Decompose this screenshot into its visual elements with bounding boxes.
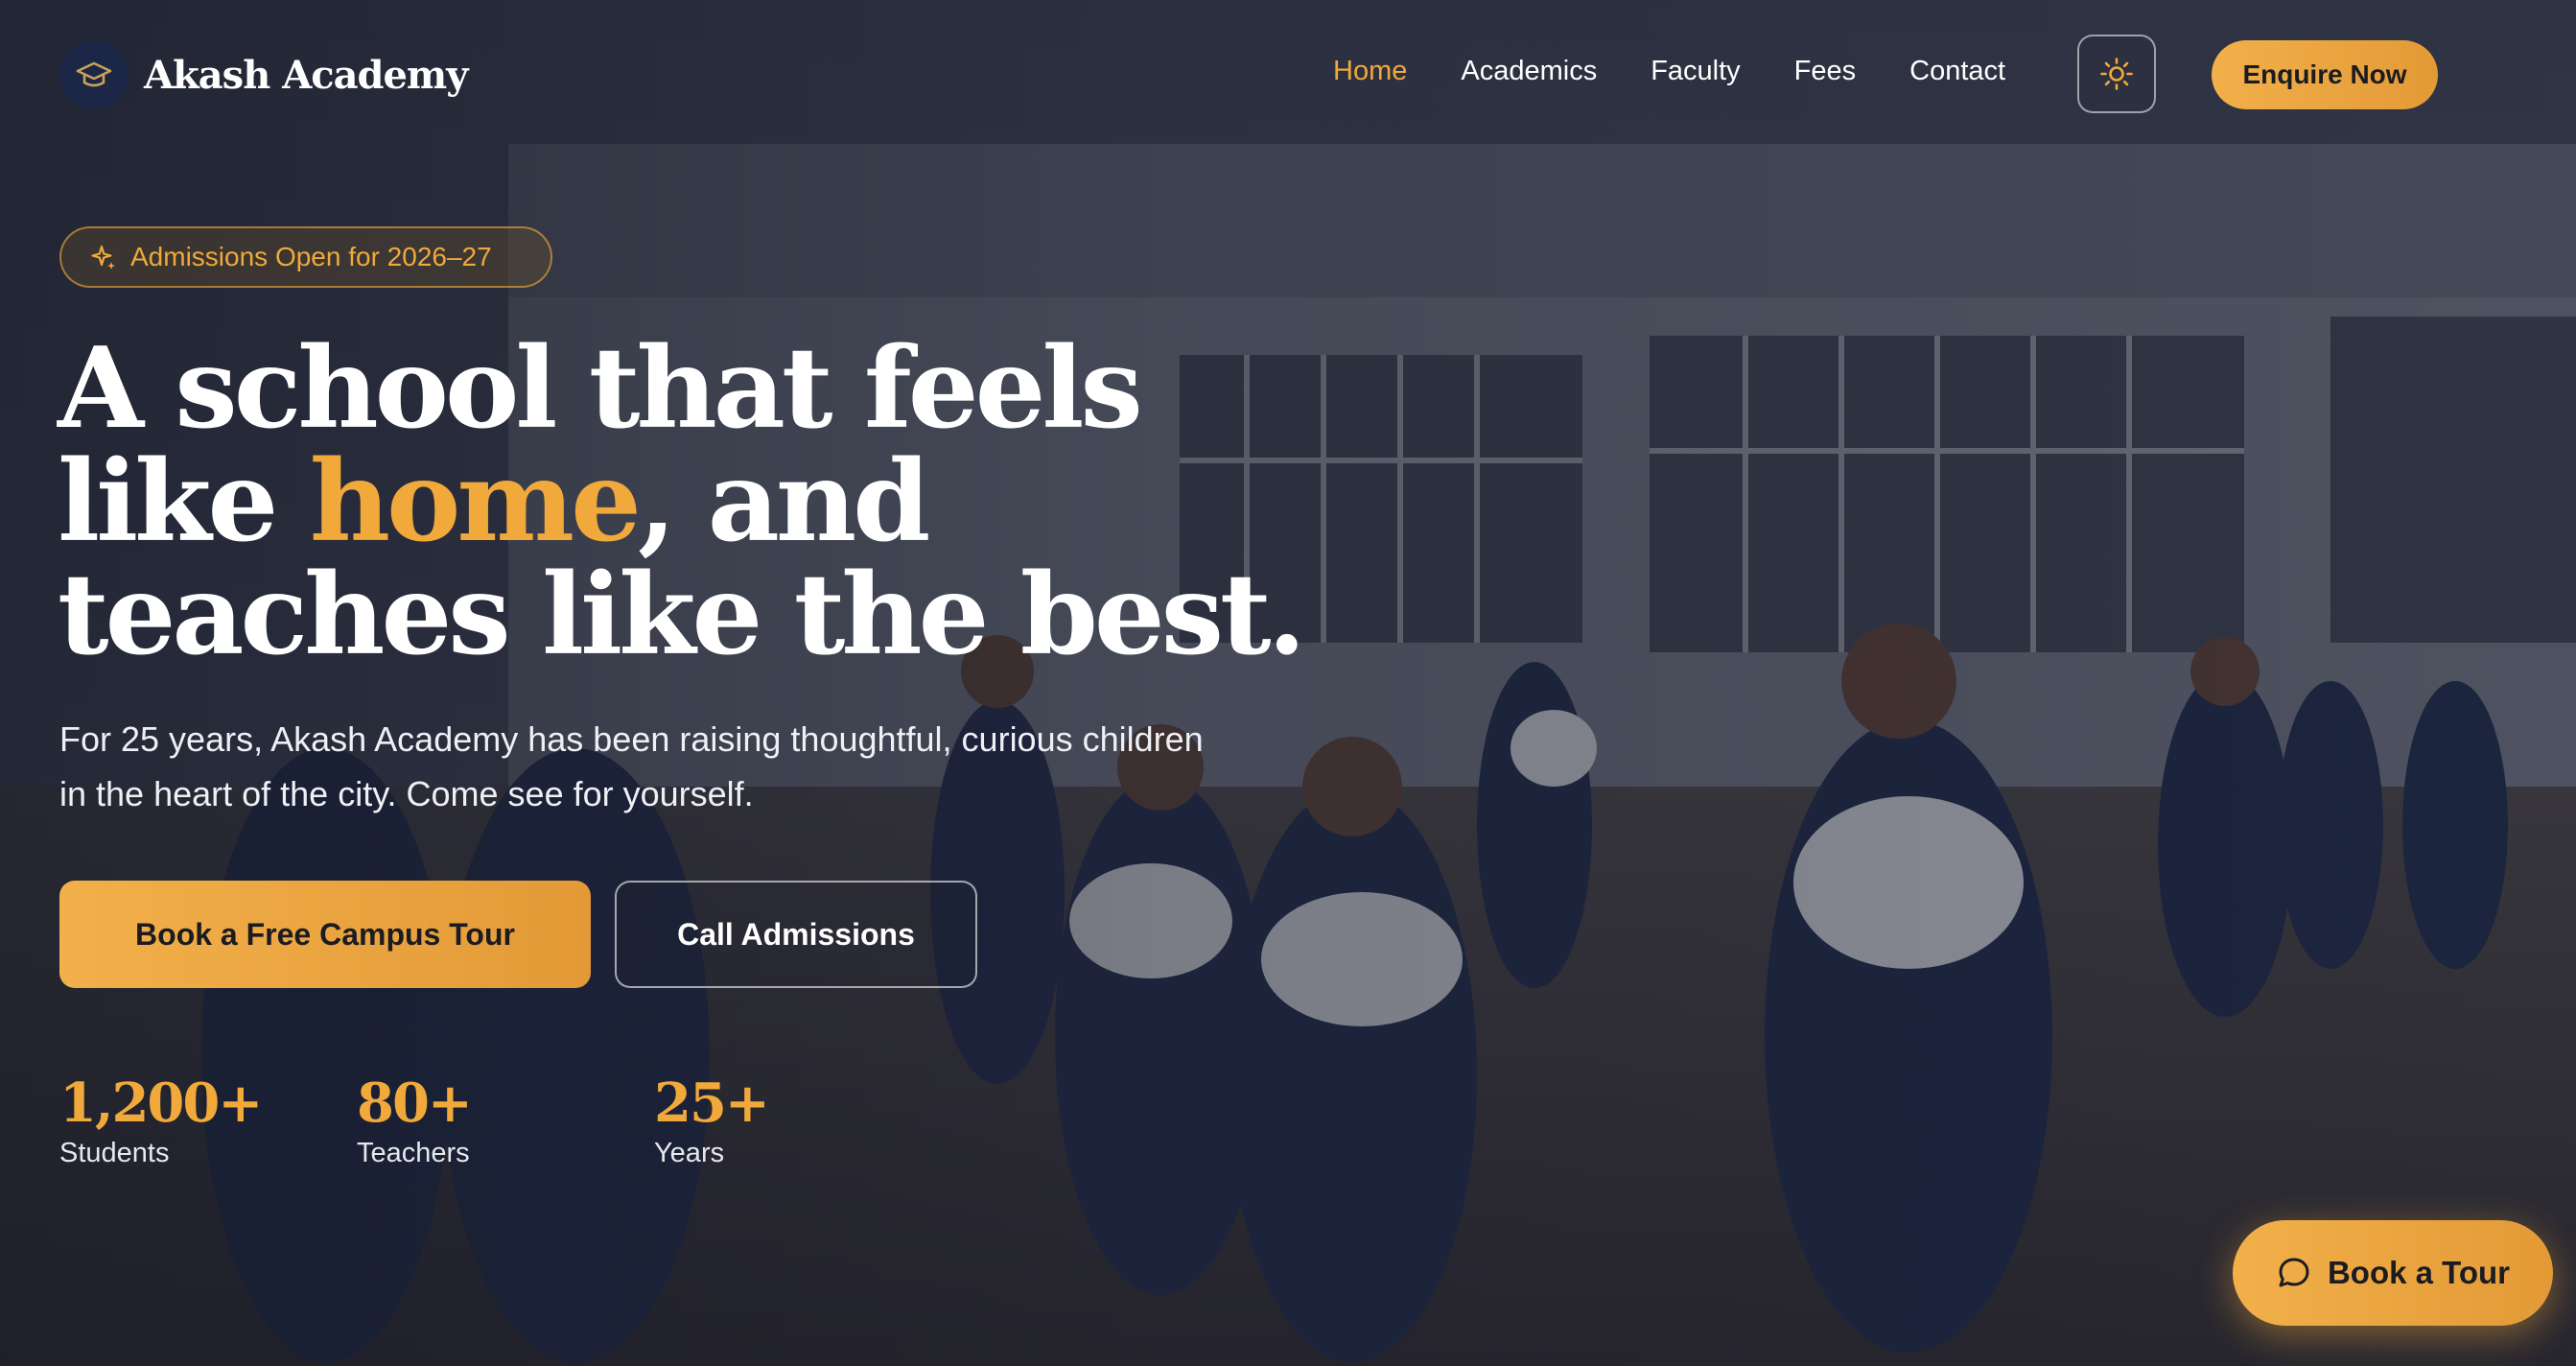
main-nav: Home Academics Faculty Fees Contact [1333,56,2059,87]
stat-value: 25+ [654,1072,770,1135]
sun-icon [2100,58,2133,90]
graduation-cap-icon [59,40,129,109]
chat-bubble-icon [2276,1255,2312,1291]
floating-book-tour-label: Book a Tour [2327,1255,2511,1290]
stat-label: Students [59,1138,170,1168]
sparkle-icon [91,245,115,270]
call-admissions-button[interactable]: Call Admissions [615,881,977,988]
stat-label: Teachers [357,1138,470,1168]
headline-accent-word: home [309,436,642,567]
book-campus-tour-button[interactable]: Book a Free Campus Tour [59,881,591,988]
stat-label: Years [654,1138,725,1168]
brand-name: Akash Academy [144,52,468,98]
stat-value: 80+ [357,1072,473,1135]
nav-fees[interactable]: Fees [1794,56,1856,87]
brand-logo[interactable]: Akash Academy [59,40,468,109]
nav-home[interactable]: Home [1333,56,1407,87]
admissions-badge: Admissions Open for 2026–27 [59,226,552,288]
stats-row: 1,200+ Students 80+ Teachers 25+ Years [59,1072,951,1169]
nav-contact[interactable]: Contact [1909,56,2005,87]
enquire-now-button[interactable]: Enquire Now [2212,40,2438,109]
stat-years: 25+ Years [654,1072,951,1169]
stat-students: 1,200+ Students [59,1072,357,1169]
stat-value: 1,200+ [59,1072,263,1135]
nav-academics[interactable]: Academics [1461,56,1597,87]
nav-faculty[interactable]: Faculty [1651,56,1740,87]
theme-toggle-button[interactable] [2077,35,2156,113]
hero-headline: A school that feels like home, and teach… [58,332,1306,671]
stat-teachers: 80+ Teachers [357,1072,654,1169]
admissions-badge-text: Admissions Open for 2026–27 [130,242,492,271]
floating-book-tour-button[interactable]: Book a Tour [2233,1220,2553,1326]
site-header: Akash Academy Home Academics Faculty Fee… [0,0,2576,153]
hero-subtext: For 25 years, Akash Academy has been rai… [59,719,1204,813]
